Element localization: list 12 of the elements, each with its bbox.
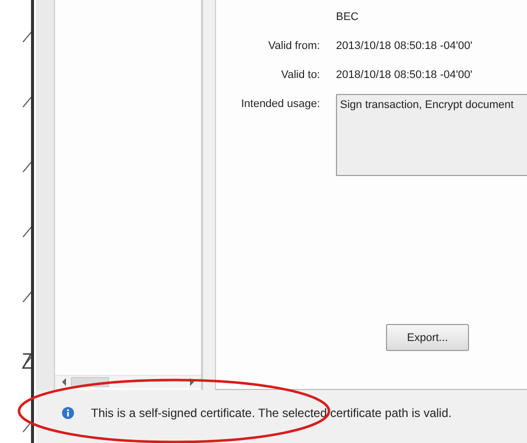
field-label: Intended usage: (240, 98, 321, 110)
usage-field[interactable]: Sign transaction, Encrypt document (336, 94, 527, 176)
field-label: Valid to: (280, 69, 321, 81)
scroll-left-icon[interactable] (61, 378, 67, 386)
issuer-value: BEC (336, 11, 359, 23)
field-value: 2018/10/18 08:50:18 -04'00' (336, 69, 472, 81)
status-message: This is a self-signed certificate. The selected certificate path is valid. (91, 406, 452, 420)
field-value: 2013/10/18 08:50:18 -04'00' (336, 40, 472, 52)
field-label: Valid from: (267, 40, 321, 52)
scroll-right-icon[interactable] (189, 378, 195, 386)
info-icon (62, 407, 74, 419)
export-button[interactable]: Export... (386, 324, 469, 351)
